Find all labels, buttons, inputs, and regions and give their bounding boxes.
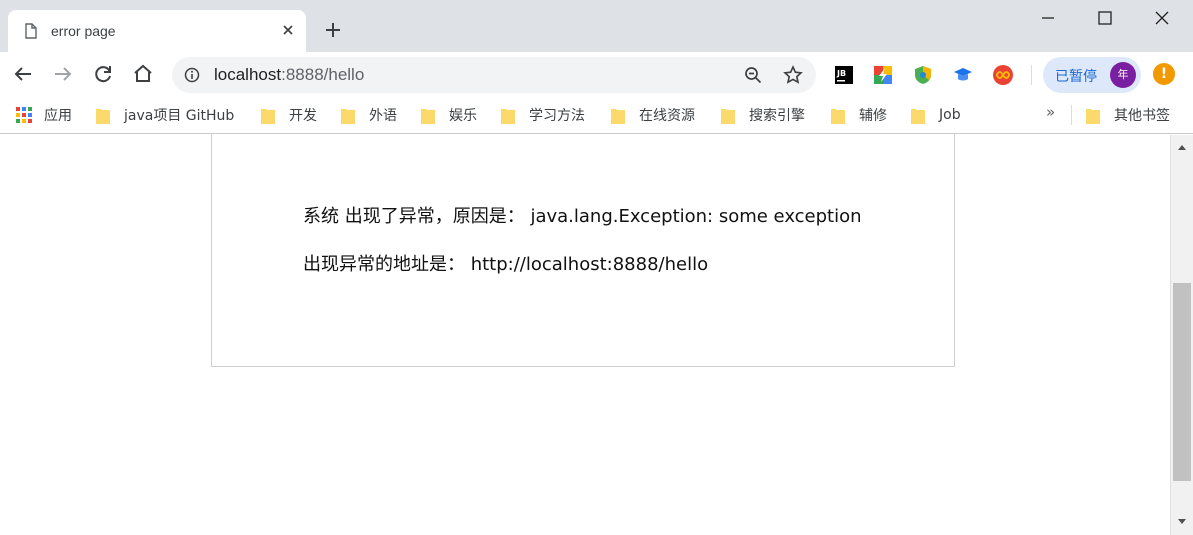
active-tab[interactable]: error page bbox=[8, 10, 306, 52]
tab-title: error page bbox=[51, 23, 116, 39]
bookmark-label: 搜索引擎 bbox=[749, 108, 805, 124]
url-text[interactable]: localhost:8888/hello bbox=[214, 65, 364, 85]
scroll-down-icon[interactable] bbox=[1177, 516, 1187, 526]
folder-icon bbox=[831, 108, 845, 124]
bookmarks-divider bbox=[1071, 105, 1072, 125]
zoom-out-icon[interactable] bbox=[744, 66, 762, 84]
folder-icon bbox=[1086, 108, 1100, 124]
minimize-icon[interactable] bbox=[1036, 6, 1060, 30]
bookmark-folder[interactable]: 开发 bbox=[261, 104, 317, 126]
url-path: :8888/hello bbox=[281, 65, 365, 84]
close-tab-icon[interactable] bbox=[280, 22, 296, 38]
scrollbar-thumb[interactable] bbox=[1173, 283, 1191, 481]
bookmark-label: 其他书签 bbox=[1114, 108, 1170, 124]
profile-button[interactable]: 已暂停 年 bbox=[1043, 57, 1141, 93]
profile-status: 已暂停 bbox=[1055, 69, 1097, 85]
bookmark-folder[interactable]: 辅修 bbox=[831, 104, 887, 126]
folder-icon bbox=[96, 108, 110, 124]
address-bar[interactable]: localhost:8888/hello bbox=[172, 57, 816, 93]
vertical-scrollbar[interactable] bbox=[1170, 135, 1193, 535]
folder-icon bbox=[721, 108, 735, 124]
bookmark-label: 学习方法 bbox=[529, 108, 585, 124]
avatar: 年 bbox=[1110, 62, 1136, 88]
bookmark-folder[interactable]: 娱乐 bbox=[421, 104, 477, 126]
bookmark-folder[interactable]: 外语 bbox=[341, 104, 397, 126]
page-viewport: 系统 出现了异常，原因是： java.lang.Exception: some … bbox=[0, 133, 1193, 535]
bookmark-label: 应用 bbox=[44, 108, 72, 124]
info-icon[interactable] bbox=[184, 67, 200, 83]
bookmark-apps[interactable]: 应用 bbox=[16, 104, 72, 126]
bookmark-label: Job bbox=[939, 107, 961, 123]
reload-icon[interactable] bbox=[91, 62, 115, 86]
folder-icon bbox=[911, 108, 925, 124]
bookmark-folder[interactable]: 搜索引擎 bbox=[721, 104, 805, 126]
error-reason-text: 系统 出现了异常，原因是： java.lang.Exception: some … bbox=[303, 206, 862, 227]
shield-icon[interactable] bbox=[912, 64, 934, 86]
bookmark-folder[interactable]: 学习方法 bbox=[501, 104, 585, 126]
bookmark-folder[interactable]: Job bbox=[911, 104, 961, 126]
error-box: 系统 出现了异常，原因是： java.lang.Exception: some … bbox=[211, 133, 955, 367]
bookmark-label: 娱乐 bbox=[449, 108, 477, 124]
back-icon[interactable] bbox=[11, 62, 35, 86]
toolbar: localhost:8888/hello JB 已暂停 年 ! bbox=[0, 52, 1193, 98]
folder-icon bbox=[421, 108, 435, 124]
error-url-text: 出现异常的地址是： http://localhost:8888/hello bbox=[303, 254, 709, 275]
bookmark-label: java项目 GitHub bbox=[124, 108, 235, 124]
bookmark-label: 开发 bbox=[289, 108, 317, 124]
folder-icon bbox=[611, 108, 625, 124]
bookmark-folder[interactable]: java项目 GitHub bbox=[96, 104, 234, 126]
bookmark-star-icon[interactable] bbox=[783, 65, 803, 85]
update-alert-icon[interactable]: ! bbox=[1153, 63, 1175, 85]
colorful-icon[interactable] bbox=[872, 64, 894, 86]
jetbrains-icon[interactable]: JB bbox=[833, 64, 855, 86]
bookmark-label: 辅修 bbox=[859, 108, 887, 124]
url-host: localhost bbox=[214, 65, 282, 84]
bookmark-folder[interactable]: 在线资源 bbox=[611, 104, 695, 126]
scroll-up-icon[interactable] bbox=[1177, 143, 1187, 153]
bookmark-label: 外语 bbox=[369, 108, 397, 124]
graduation-cap-icon[interactable] bbox=[952, 64, 974, 86]
close-window-icon[interactable] bbox=[1150, 6, 1174, 30]
page-icon bbox=[25, 23, 37, 39]
bookmarks-bar: 应用 java项目 GitHub 开发 外语 娱乐 学习方法 在线资源 搜索引擎… bbox=[0, 98, 1193, 134]
folder-icon bbox=[261, 108, 275, 124]
svg-text:JB: JB bbox=[836, 69, 846, 78]
forward-icon[interactable] bbox=[51, 62, 75, 86]
title-bar: error page bbox=[0, 0, 1193, 52]
bookmarks-overflow-button[interactable]: » bbox=[1046, 103, 1055, 121]
apps-grid-icon bbox=[16, 107, 32, 123]
home-icon[interactable] bbox=[131, 62, 155, 86]
other-bookmarks[interactable]: 其他书签 bbox=[1086, 104, 1170, 126]
bookmark-label: 在线资源 bbox=[639, 108, 695, 124]
new-tab-icon[interactable] bbox=[322, 19, 344, 41]
maximize-icon[interactable] bbox=[1093, 6, 1117, 30]
toolbar-divider bbox=[1031, 65, 1032, 85]
folder-icon bbox=[341, 108, 355, 124]
folder-icon bbox=[501, 108, 515, 124]
infinity-icon[interactable] bbox=[992, 64, 1014, 86]
